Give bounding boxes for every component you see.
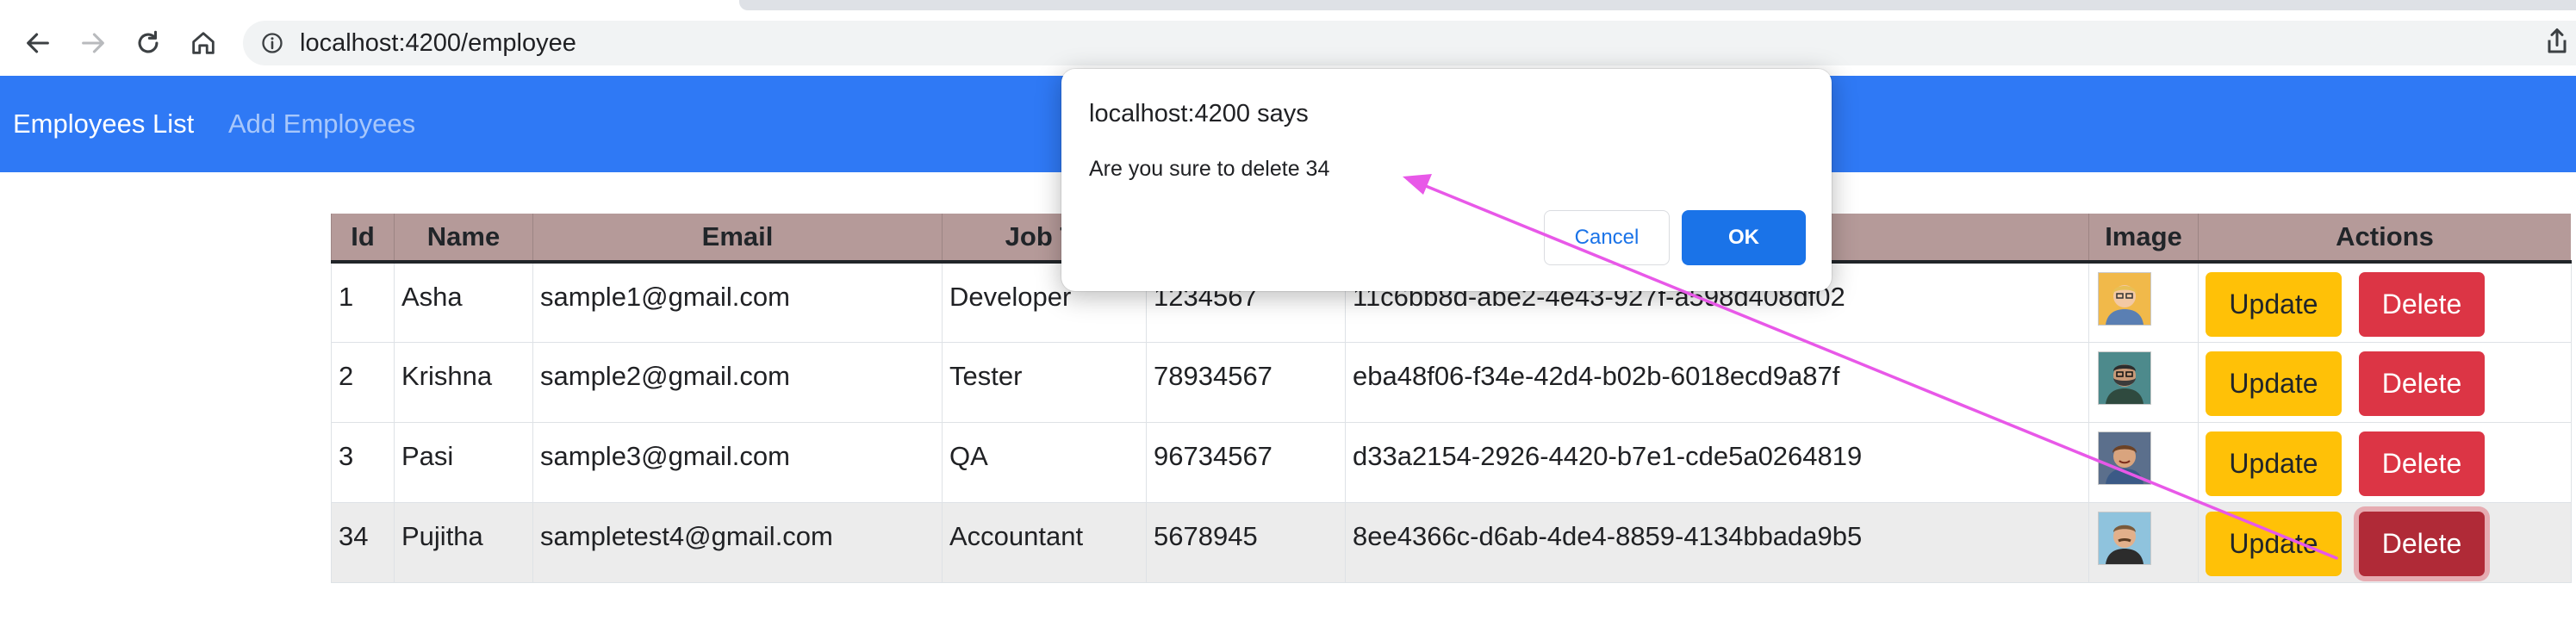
nav-add-employees[interactable]: Add Employees <box>228 107 415 141</box>
cell-job: QA <box>942 421 1147 503</box>
tab-strip <box>739 0 2576 10</box>
update-button[interactable]: Update <box>2206 351 2342 416</box>
table-row: 2 Krishna sample2@gmail.com Tester 78934… <box>331 341 2572 423</box>
url-text[interactable]: localhost:4200/employee <box>300 29 576 57</box>
smiling-man-avatar <box>2098 431 2151 485</box>
cell-name: Pujitha <box>394 501 533 583</box>
cell-job: Tester <box>942 341 1147 423</box>
home-button[interactable] <box>184 24 222 62</box>
col-name: Name <box>394 214 533 264</box>
cell-name: Pasi <box>394 421 533 503</box>
delete-button[interactable]: Delete <box>2359 511 2485 576</box>
update-button[interactable]: Update <box>2206 511 2342 576</box>
cell-actions: Update Delete <box>2198 501 2572 583</box>
confirm-dialog: localhost:4200 says Are you sure to dele… <box>1061 69 1832 291</box>
back-arrow-icon <box>27 33 49 53</box>
mustache-man-avatar <box>2098 511 2151 565</box>
ok-button[interactable]: OK <box>1682 210 1806 265</box>
forward-arrow-icon <box>82 33 104 53</box>
cell-id: 1 <box>331 261 395 343</box>
cell-image <box>2088 501 2199 583</box>
cell-email: sampletest4@gmail.com <box>532 501 943 583</box>
table-row: 3 Pasi sample3@gmail.com QA 96734567 d33… <box>331 421 2572 503</box>
table-row: 34 Pujitha sampletest4@gmail.com Account… <box>331 501 2572 583</box>
cell-phone: 96734567 <box>1146 421 1346 503</box>
col-image: Image <box>2088 214 2199 264</box>
update-button[interactable]: Update <box>2206 272 2342 337</box>
back-button[interactable] <box>19 24 57 62</box>
reload-icon <box>138 30 159 53</box>
cell-image <box>2088 421 2199 503</box>
cell-email: sample2@gmail.com <box>532 341 943 423</box>
forward-button[interactable] <box>74 24 112 62</box>
info-icon[interactable] <box>260 31 284 55</box>
cell-actions: Update Delete <box>2198 421 2572 503</box>
cell-code: eba48f06-f34e-42d4-b02b-6018ecd9a87f <box>1345 341 2089 423</box>
delete-button[interactable]: Delete <box>2359 351 2485 416</box>
cell-code: 8ee4366c-d6ab-4de4-8859-4134bbada9b5 <box>1345 501 2089 583</box>
cell-email: sample3@gmail.com <box>532 421 943 503</box>
cell-name: Asha <box>394 261 533 343</box>
update-button[interactable]: Update <box>2206 431 2342 496</box>
share-icon[interactable] <box>2542 26 2573 57</box>
reload-button[interactable] <box>129 24 167 62</box>
cell-actions: Update Delete <box>2198 341 2572 423</box>
cell-code: d33a2154-2926-4420-b7e1-cde5a0264819 <box>1345 421 2089 503</box>
bearded-man-avatar <box>2098 351 2151 405</box>
dialog-title: localhost:4200 says <box>1089 100 1309 127</box>
blond-man-avatar <box>2098 272 2151 326</box>
address-bar[interactable]: localhost:4200/employee <box>243 21 2576 65</box>
cell-phone: 5678945 <box>1146 501 1346 583</box>
cell-name: Krishna <box>394 341 533 423</box>
cell-image <box>2088 341 2199 423</box>
cell-email: sample1@gmail.com <box>532 261 943 343</box>
col-email: Email <box>532 214 943 264</box>
col-actions: Actions <box>2198 214 2571 264</box>
cancel-button[interactable]: Cancel <box>1544 210 1670 265</box>
cell-id: 34 <box>331 501 395 583</box>
home-icon <box>192 32 215 54</box>
cell-image <box>2088 261 2199 343</box>
delete-button[interactable]: Delete <box>2359 431 2485 496</box>
cell-job: Accountant <box>942 501 1147 583</box>
browser-toolbar: localhost:4200/employee <box>0 0 2576 76</box>
cell-id: 3 <box>331 421 395 503</box>
col-id: Id <box>331 214 395 264</box>
cell-id: 2 <box>331 341 395 423</box>
dialog-message: Are you sure to delete 34 <box>1089 157 1330 181</box>
delete-button[interactable]: Delete <box>2359 272 2485 337</box>
cell-phone: 78934567 <box>1146 341 1346 423</box>
cell-actions: Update Delete <box>2198 261 2572 343</box>
nav-employees-list[interactable]: Employees List <box>13 107 194 141</box>
